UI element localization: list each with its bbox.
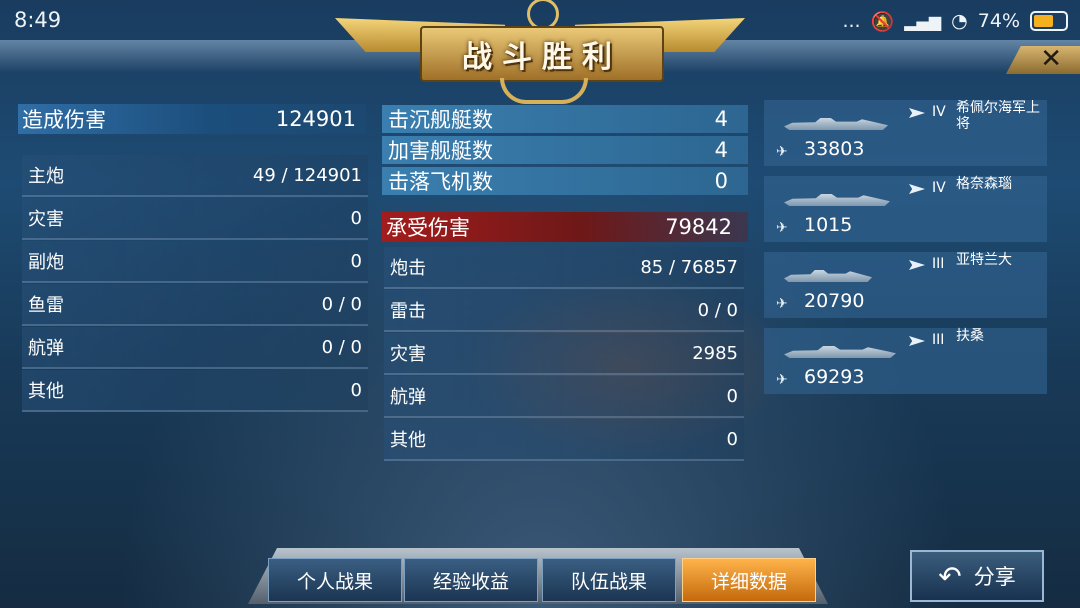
row-label: 雷击 [390,301,426,322]
ship-name: 亚特兰大 [956,252,1012,268]
ship-damage: 69293 [804,366,865,388]
damage-plane-icon: ✈ [776,220,788,236]
stat-label: 击沉舰艇数 [388,108,493,132]
tab-personal[interactable]: 个人战果 [268,558,402,602]
ship-class-icon [909,260,925,270]
damage-dealt-row: 主炮 49 / 124901 [22,155,368,197]
battery-percent: 74% [977,10,1020,32]
tab-experience[interactable]: 经验收益 [404,558,538,602]
row-value: 49 / 124901 [252,164,362,186]
wifi-icon: ◔ [951,10,968,32]
row-value: 0 [350,207,362,229]
ship-name: 扶桑 [956,328,984,344]
row-label: 灾害 [390,344,426,365]
damage-taken-row: 其他 0 [384,419,744,461]
ship-tier: IV [932,180,946,196]
row-value: 0 [350,250,362,272]
tab-team[interactable]: 队伍战果 [542,558,676,602]
bottom-bar: 个人战果 经验收益 队伍战果 详细数据 ↶ 分享 [0,520,1080,608]
row-label: 灾害 [28,209,64,230]
clock: 8:49 [14,8,62,32]
row-label: 鱼雷 [28,295,64,316]
ship-silhouette-icon [784,346,896,358]
ship-damage: 20790 [804,290,865,312]
ship-name: 格奈森瑙 [956,176,1012,192]
damage-dealt-title: 造成伤害 [22,108,106,132]
banner-title: 战斗胜利 [462,40,622,75]
tab-details[interactable]: 详细数据 [682,558,816,602]
row-label: 其他 [28,381,64,402]
damage-taken-row: 航弹 0 [384,376,744,418]
row-value: 85 / 76857 [640,256,738,278]
damage-dealt-total: 124901 [275,107,356,131]
damage-dealt-row: 其他 0 [22,370,368,412]
ship-class-icon [909,184,925,194]
row-label: 副炮 [28,252,64,273]
ship-class-icon [909,336,925,346]
row-label: 炮击 [390,258,426,279]
ship-silhouette-icon [784,118,888,130]
row-label: 其他 [390,430,426,451]
ship-silhouette-icon [784,270,872,282]
damage-plane-icon: ✈ [776,296,788,312]
share-arrow-icon: ↶ [938,559,962,593]
kill-stat-row: 加害舰艇数 4 [382,136,748,164]
damage-dealt-row: 鱼雷 0 / 0 [22,284,368,326]
signal-icon: ▂▄▆ [904,11,942,31]
ship-card[interactable]: ✈ 20790 III 亚特兰大 [764,252,1047,318]
ship-silhouette-icon [784,194,890,206]
damage-taken-header: 承受伤害 79842 [382,212,748,242]
anchor-base-icon [500,78,588,104]
row-label: 航弹 [390,387,426,408]
ship-name: 希佩尔海军上将 [956,100,1040,132]
damage-taken-row: 灾害 2985 [384,333,744,375]
damage-taken-row: 雷击 0 / 0 [384,290,744,332]
ship-damage: 33803 [804,138,865,160]
stat-label: 击落飞机数 [388,170,493,194]
row-value: 0 [726,385,738,407]
row-value: 0 / 0 [321,336,362,358]
row-value: 0 [350,379,362,401]
kill-stat-row: 击沉舰艇数 4 [382,105,748,133]
ship-card[interactable]: ✈ 1015 IV 格奈森瑙 [764,176,1047,242]
kill-stat-row: 击落飞机数 0 [382,167,748,195]
row-label: 主炮 [28,166,64,187]
close-icon: ✕ [1040,44,1062,74]
damage-plane-icon: ✈ [776,372,788,388]
stat-value: 4 [714,107,728,131]
ship-class-icon [909,108,925,118]
ship-tier: III [932,256,945,272]
victory-banner: 战斗胜利 [335,0,745,104]
damage-dealt-header: 造成伤害 124901 [18,104,366,134]
banner-plate: 战斗胜利 [420,26,664,82]
row-value: 0 / 0 [321,293,362,315]
share-label: 分享 [973,565,1016,589]
ship-card[interactable]: ✈ 33803 IV 希佩尔海军上将 [764,100,1047,166]
row-value: 2985 [692,342,738,364]
damage-plane-icon: ✈ [776,144,788,160]
damage-dealt-row: 副炮 0 [22,241,368,283]
status-icons: ... 🔕 ▂▄▆ ◔ 74% [842,6,1068,36]
damage-taken-title: 承受伤害 [386,216,470,240]
stat-label: 加害舰艇数 [388,139,493,163]
row-label: 航弹 [28,338,64,359]
mute-bell-icon: 🔕 [870,10,895,33]
ship-tier: III [932,332,945,348]
damage-taken-total: 79842 [665,215,732,239]
row-value: 0 / 0 [697,299,738,321]
share-button[interactable]: ↶ 分享 [910,550,1044,602]
battery-icon [1030,11,1068,31]
damage-dealt-row: 航弹 0 / 0 [22,327,368,369]
ship-tier: IV [932,104,946,120]
row-value: 0 [726,428,738,450]
stat-value: 0 [714,169,728,193]
damage-dealt-row: 灾害 0 [22,198,368,240]
stat-value: 4 [714,138,728,162]
more-dots-icon: ... [842,10,861,32]
damage-taken-row: 炮击 85 / 76857 [384,247,744,289]
ship-card[interactable]: ✈ 69293 III 扶桑 [764,328,1047,394]
ship-damage: 1015 [804,214,853,236]
